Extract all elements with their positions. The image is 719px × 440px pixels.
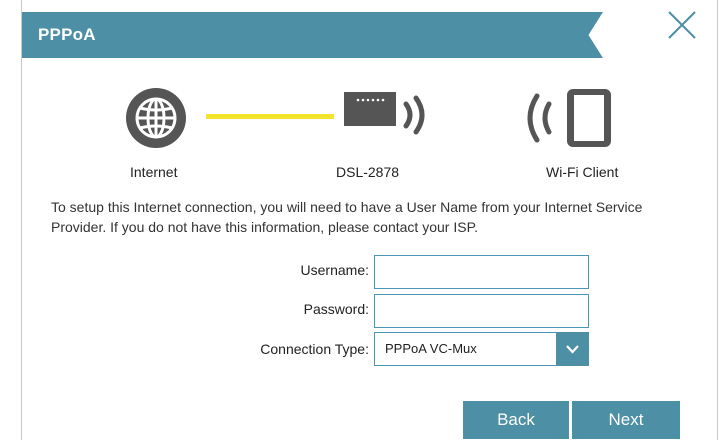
connection-type-value: PPPoA VC-Mux	[385, 341, 477, 356]
router-icon	[344, 92, 425, 135]
back-button[interactable]: Back	[463, 401, 569, 439]
router-label: DSL-2878	[336, 164, 400, 180]
password-label: Password:	[303, 301, 369, 317]
wifi-client-icon	[527, 89, 611, 147]
chevron-down-icon	[566, 345, 579, 354]
pppoa-dialog: PPPoA Internet DSL-2878 Wi-Fi Client To …	[21, 0, 718, 440]
close-icon[interactable]	[667, 10, 697, 40]
connection-type-select[interactable]: PPPoA VC-Mux	[374, 332, 589, 366]
dropdown-button[interactable]	[556, 332, 589, 366]
instructions-text: To setup this Internet connection, you w…	[51, 199, 643, 235]
globe-icon	[126, 88, 186, 148]
username-label: Username:	[300, 262, 369, 278]
connection-line	[206, 114, 334, 119]
connection-type-label: Connection Type:	[260, 341, 369, 357]
client-label: Wi-Fi Client	[546, 164, 619, 180]
dialog-header: PPPoA	[22, 12, 603, 58]
next-button[interactable]: Next	[572, 401, 680, 439]
username-input[interactable]	[374, 255, 589, 289]
dialog-title: PPPoA	[38, 25, 96, 44]
password-input[interactable]	[374, 294, 589, 328]
internet-label: Internet	[130, 164, 178, 180]
